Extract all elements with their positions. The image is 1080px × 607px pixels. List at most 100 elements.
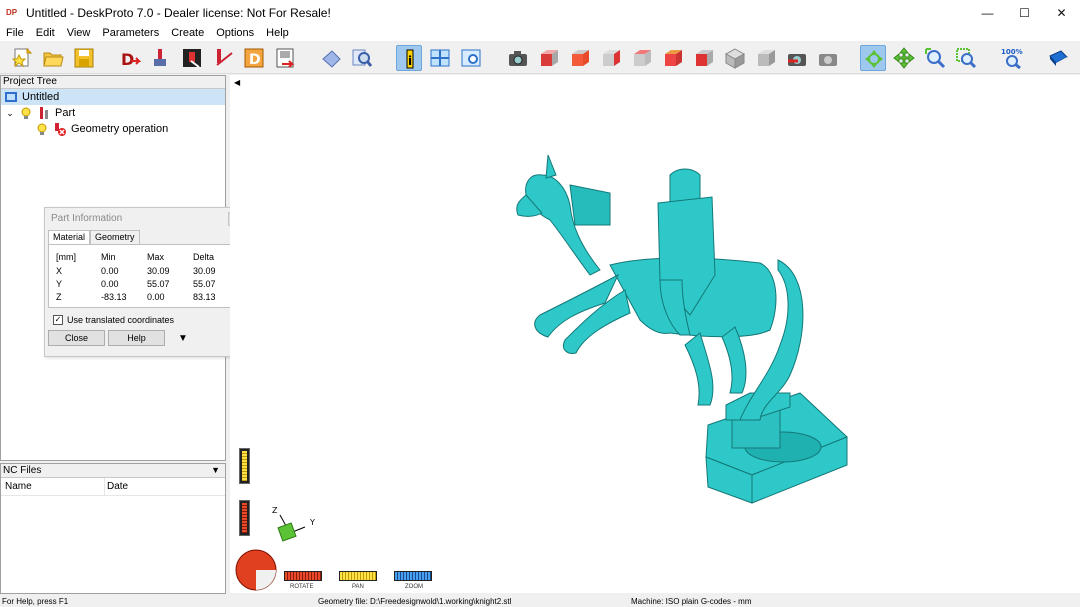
pan-control[interactable]	[339, 571, 377, 581]
nc-files-dropdown-icon[interactable]: ▼	[211, 464, 220, 477]
import-geometry-icon[interactable]: D	[117, 45, 143, 71]
knight-model[interactable]	[516, 154, 848, 504]
nc-files-title: NC Files	[3, 465, 42, 476]
view-bottom-icon[interactable]	[691, 45, 717, 71]
header-min: Min	[101, 252, 116, 262]
menu-bar: File Edit View Parameters Create Options…	[0, 25, 1080, 41]
part-parameters-icon[interactable]	[148, 45, 174, 71]
next-view-icon[interactable]	[815, 45, 841, 71]
row-min: 0.00	[101, 266, 119, 276]
zoom-in-icon[interactable]	[922, 45, 948, 71]
lightbulb-icon[interactable]	[19, 106, 33, 120]
status-geometry-file: Geometry file: D:\Freedesignwold\1.worki…	[318, 597, 512, 606]
menu-parameters[interactable]: Parameters	[96, 27, 165, 39]
tree-item-project[interactable]: Untitled	[1, 89, 225, 105]
checkbox-checked-icon[interactable]: ✓	[53, 315, 63, 325]
dialog-title-bar[interactable]: Part Information	[45, 208, 244, 230]
layout-icon[interactable]	[427, 45, 453, 71]
close-button[interactable]: ✕	[1043, 0, 1080, 25]
previous-view-icon[interactable]	[784, 45, 810, 71]
zoom-100-icon[interactable]: 100%	[999, 45, 1025, 71]
zoom-window-icon[interactable]	[953, 45, 979, 71]
pan-label: PAN	[352, 584, 364, 590]
view-top-icon[interactable]	[660, 45, 686, 71]
menu-options[interactable]: Options	[210, 27, 260, 39]
part-icon	[37, 106, 51, 120]
status-help: For Help, press F1	[2, 597, 69, 606]
column-name[interactable]: Name	[1, 478, 105, 495]
project-tree-header: Project Tree	[1, 76, 225, 89]
row-axis: Y	[56, 279, 63, 289]
nc-files-columns: Name Date	[1, 478, 225, 496]
3d-viewport[interactable]: Z Y ROTATE PAN ZOOM	[230, 75, 1080, 593]
pan-view-icon[interactable]	[891, 45, 917, 71]
row-min: -83.13	[101, 292, 127, 302]
view-window-icon[interactable]	[458, 45, 484, 71]
menu-view[interactable]: View	[61, 27, 97, 39]
rotate-dial[interactable]	[234, 548, 278, 592]
axis-y-label: Y	[309, 518, 315, 527]
lightbulb-icon[interactable]	[35, 122, 49, 136]
open-folder-icon[interactable]	[40, 45, 66, 71]
header-delta: Delta	[193, 252, 215, 262]
row-delta: 30.09	[193, 266, 216, 276]
rotate-control[interactable]	[284, 571, 322, 581]
row-max: 0.00	[147, 292, 165, 302]
find-icon[interactable]	[349, 45, 375, 71]
view-iso-alt-icon[interactable]	[753, 45, 779, 71]
view-left-icon[interactable]	[598, 45, 624, 71]
minimize-button[interactable]: —	[969, 0, 1006, 25]
tab-material[interactable]: Material	[48, 230, 91, 244]
app-logo-icon: DP	[6, 7, 18, 17]
camera-icon[interactable]	[505, 45, 531, 71]
expand-triangle-icon[interactable]: ▼	[178, 333, 188, 344]
help-button[interactable]: Help	[108, 330, 165, 346]
tree-item-operation[interactable]: Geometry operation	[1, 121, 225, 137]
tree-item-part-label: Part	[55, 107, 76, 119]
row-axis: Z	[56, 292, 62, 302]
tab-geometry[interactable]: Geometry	[90, 230, 140, 244]
expand-chevron-icon[interactable]: ⌄	[1, 108, 19, 119]
row-max: 30.09	[147, 266, 170, 276]
rotate-view-icon[interactable]	[860, 45, 886, 71]
zoom-slider[interactable]	[239, 448, 250, 484]
erase-icon[interactable]	[318, 45, 344, 71]
close-dialog-button[interactable]: Close	[48, 330, 105, 346]
manual-book-icon[interactable]	[1045, 45, 1071, 71]
view-back-icon[interactable]	[567, 45, 593, 71]
menu-help[interactable]: Help	[260, 27, 295, 39]
header-unit: [mm]	[56, 252, 76, 262]
header-max: Max	[147, 252, 165, 262]
rotate-slider[interactable]	[239, 500, 250, 536]
menu-file[interactable]: File	[0, 27, 30, 39]
operation-error-icon	[53, 122, 67, 136]
table-row: Z -83.13 0.00 83.13	[49, 291, 240, 304]
dialog-title: Part Information	[51, 213, 123, 224]
row-max: 55.07	[147, 279, 170, 289]
zoom-100-label: 100%	[1001, 48, 1023, 56]
nc-files-panel: NC Files ▼ Name Date	[0, 463, 226, 594]
export-icon[interactable]	[272, 45, 298, 71]
view-front-icon[interactable]	[536, 45, 562, 71]
axis-z-label: Z	[272, 506, 278, 515]
view-right-icon[interactable]	[629, 45, 655, 71]
new-project-icon[interactable]	[9, 45, 35, 71]
operation-parameters-icon[interactable]	[179, 45, 205, 71]
collapse-arrow-icon[interactable]: ◀	[234, 78, 240, 87]
translated-coordinates-checkbox[interactable]: ✓ Use translated coordinates	[53, 314, 244, 326]
tree-item-part[interactable]: ⌄ Part	[1, 105, 225, 121]
part-info-icon[interactable]: i	[396, 45, 422, 71]
row-axis: X	[56, 266, 63, 276]
nc-files-header: NC Files ▼	[1, 464, 225, 478]
nc-program-icon[interactable]: D	[241, 45, 267, 71]
menu-create[interactable]: Create	[165, 27, 210, 39]
toolpath-icon[interactable]	[210, 45, 236, 71]
menu-edit[interactable]: Edit	[30, 27, 61, 39]
rotate-label: ROTATE	[290, 584, 314, 590]
view-iso-icon[interactable]	[722, 45, 748, 71]
save-icon[interactable]	[71, 45, 97, 71]
row-delta: 55.07	[193, 279, 216, 289]
zoom-control[interactable]	[394, 571, 432, 581]
maximize-button[interactable]: ☐	[1006, 0, 1043, 25]
column-date[interactable]: Date	[105, 478, 128, 495]
